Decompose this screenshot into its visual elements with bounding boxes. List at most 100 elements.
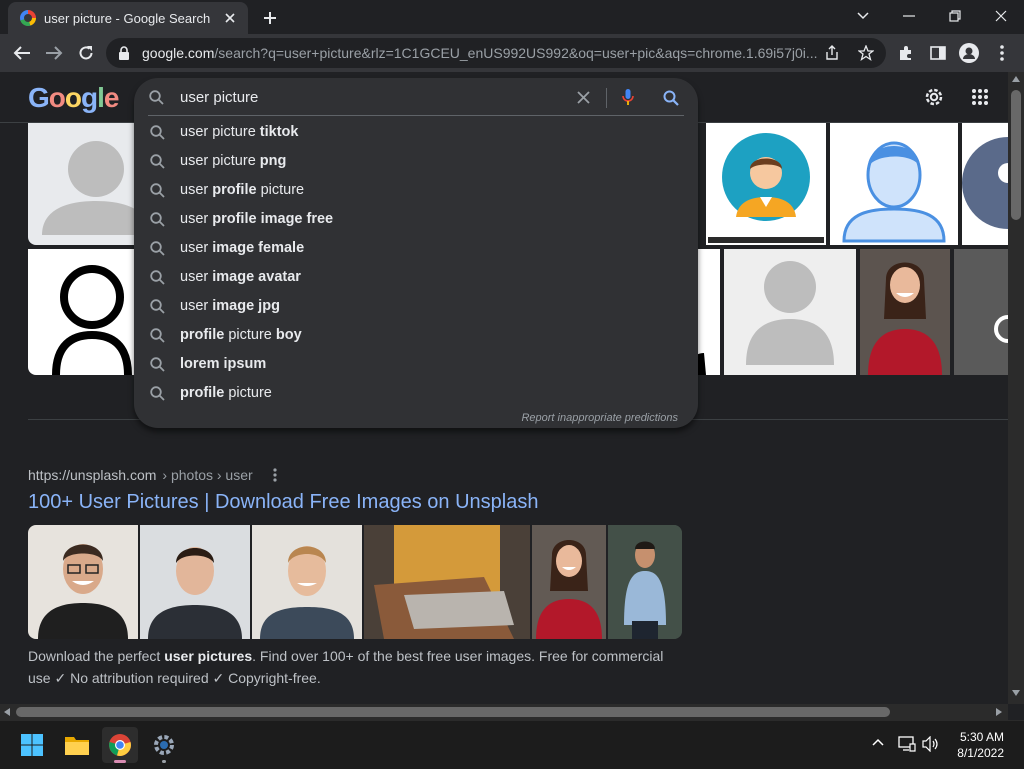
voice-search-mic-icon[interactable]: [622, 88, 634, 106]
suggestion-item[interactable]: user image female: [134, 234, 698, 263]
suggestion-item[interactable]: user picture png: [134, 147, 698, 176]
bookmark-star-icon[interactable]: [852, 39, 880, 67]
volume-icon[interactable]: [922, 736, 940, 752]
suggestion-item[interactable]: user image avatar: [134, 263, 698, 292]
suggestion-text: profile picture boy: [180, 327, 302, 343]
google-logo[interactable]: Google: [28, 82, 119, 114]
image-result-outline-avatar[interactable]: [830, 123, 958, 245]
suggestion-text: user picture tiktok: [180, 124, 299, 140]
photo-woman-red[interactable]: [532, 525, 606, 639]
suggestion-text: lorem ipsum: [180, 356, 267, 372]
extensions-puzzle-icon[interactable]: [892, 39, 920, 67]
photo-man-smiling[interactable]: [252, 525, 362, 639]
window-close-icon[interactable]: [978, 0, 1024, 32]
forward-arrow-icon[interactable]: [40, 39, 68, 67]
restore-icon[interactable]: [932, 0, 978, 32]
result-image-strip: [28, 525, 682, 639]
search-submit-icon[interactable]: [663, 90, 679, 106]
browser-tab[interactable]: user picture - Google Search: [8, 2, 248, 34]
cite-host: https://unsplash.com: [28, 467, 157, 483]
horizontal-scrollbar[interactable]: [0, 704, 1008, 720]
tab-close-icon[interactable]: [220, 8, 240, 28]
photo-man-glasses[interactable]: [28, 525, 138, 639]
url-text[interactable]: google.com/search?q=user+picture&rlz=1C1…: [142, 45, 832, 61]
dropdown-separator: [148, 115, 684, 116]
scroll-right-arrow-icon[interactable]: [996, 708, 1002, 716]
network-icon[interactable]: [898, 736, 916, 752]
suggestion-search-icon: [150, 357, 165, 372]
apps-grid-icon[interactable]: [966, 83, 994, 111]
scroll-down-arrow-icon[interactable]: [1012, 690, 1020, 696]
suggestion-item[interactable]: user picture tiktok: [134, 118, 698, 147]
image-result-grey-partial[interactable]: [954, 249, 1008, 375]
logo-letter: G: [28, 82, 50, 113]
minimize-icon[interactable]: [886, 0, 932, 32]
suggestion-item[interactable]: user profile image free: [134, 205, 698, 234]
search-box[interactable]: user picture: [134, 78, 698, 116]
suggestion-item[interactable]: lorem ipsum: [134, 350, 698, 379]
suggestion-text: user picture png: [180, 153, 287, 169]
settings-gear-icon[interactable]: [920, 83, 948, 111]
address-bar[interactable]: google.com/search?q=user+picture&rlz=1C1…: [106, 38, 886, 68]
chrome-taskbar-icon[interactable]: [102, 727, 138, 763]
logo-letter: l: [97, 82, 105, 113]
horizontal-scroll-thumb[interactable]: [16, 707, 890, 717]
show-hidden-icons-chevron-icon[interactable]: [872, 738, 884, 746]
settings-taskbar-icon[interactable]: [146, 727, 182, 763]
image-result-dark-avatar[interactable]: [962, 123, 1008, 245]
result-title-link[interactable]: 100+ User Pictures | Download Free Image…: [28, 491, 538, 514]
file-explorer-icon[interactable]: [59, 727, 95, 763]
image-result-grey-silhouette[interactable]: [724, 249, 856, 375]
photo-man-blue-shirt[interactable]: [608, 525, 682, 639]
report-predictions-link[interactable]: Report inappropriate predictions: [521, 412, 678, 424]
system-clock[interactable]: 5:30 AM 8/1/2022: [957, 729, 1004, 761]
photo-man-dark-shirt[interactable]: [140, 525, 250, 639]
result-cite[interactable]: https://unsplash.com › photos › user: [28, 467, 277, 483]
tab-search-chevron-icon[interactable]: [840, 0, 886, 32]
search-autocomplete-dropdown: user picture user picture tiktok user pic…: [134, 78, 698, 428]
search-magnifier-icon: [149, 90, 164, 105]
suggestion-item[interactable]: user profile picture: [134, 176, 698, 205]
tab-title: user picture - Google Search: [44, 10, 211, 26]
profile-avatar-icon[interactable]: [955, 39, 983, 67]
url-path: /search?q=user+picture&rlz=1C1GCEU_enUS9…: [214, 45, 818, 61]
image-result-partial[interactable]: [696, 249, 720, 375]
browser-toolbar: google.com/search?q=user+picture&rlz=1C1…: [0, 34, 1024, 72]
cite-path: › photos › user: [162, 467, 253, 483]
back-arrow-icon[interactable]: [8, 39, 36, 67]
image-result-black-outline-user[interactable]: [28, 249, 136, 375]
suggestion-search-icon: [150, 299, 165, 314]
image-result-grey-avatar[interactable]: [28, 123, 136, 245]
suggestion-search-icon: [150, 386, 165, 401]
reload-icon[interactable]: [72, 39, 100, 67]
suggestion-item[interactable]: profile picture boy: [134, 321, 698, 350]
scroll-up-arrow-icon[interactable]: [1012, 76, 1020, 82]
suggestion-item[interactable]: profile picture: [134, 379, 698, 408]
suggestion-item[interactable]: user image jpg: [134, 292, 698, 321]
lock-icon[interactable]: [118, 46, 130, 60]
suggestion-search-icon: [150, 241, 165, 256]
vertical-scroll-thumb[interactable]: [1011, 90, 1021, 220]
image-result-woman-red-sweater[interactable]: [860, 249, 950, 375]
image-result-cartoon-man[interactable]: [706, 123, 826, 245]
windows-start-icon[interactable]: [14, 727, 50, 763]
suggestion-search-icon: [150, 183, 165, 198]
browser-menu-icon[interactable]: [988, 39, 1016, 67]
running-app-indicator: [162, 760, 166, 763]
clear-search-icon[interactable]: [577, 91, 590, 104]
logo-letter: g: [81, 82, 98, 113]
search-box-separator: [606, 88, 607, 108]
clock-date: 8/1/2022: [957, 746, 1004, 760]
share-icon[interactable]: [818, 39, 846, 67]
suggestion-search-icon: [150, 270, 165, 285]
new-tab-icon[interactable]: [258, 6, 282, 30]
vertical-scrollbar[interactable]: [1008, 72, 1024, 704]
scroll-left-arrow-icon[interactable]: [4, 708, 10, 716]
photo-person-laptop[interactable]: [364, 525, 530, 639]
suggestion-text: user image female: [180, 240, 305, 256]
suggestion-text: user image jpg: [180, 298, 280, 314]
search-input[interactable]: user picture: [180, 89, 258, 106]
clock-time: 5:30 AM: [959, 730, 1004, 744]
result-more-options-icon[interactable]: [273, 468, 277, 482]
side-panel-icon[interactable]: [924, 39, 952, 67]
